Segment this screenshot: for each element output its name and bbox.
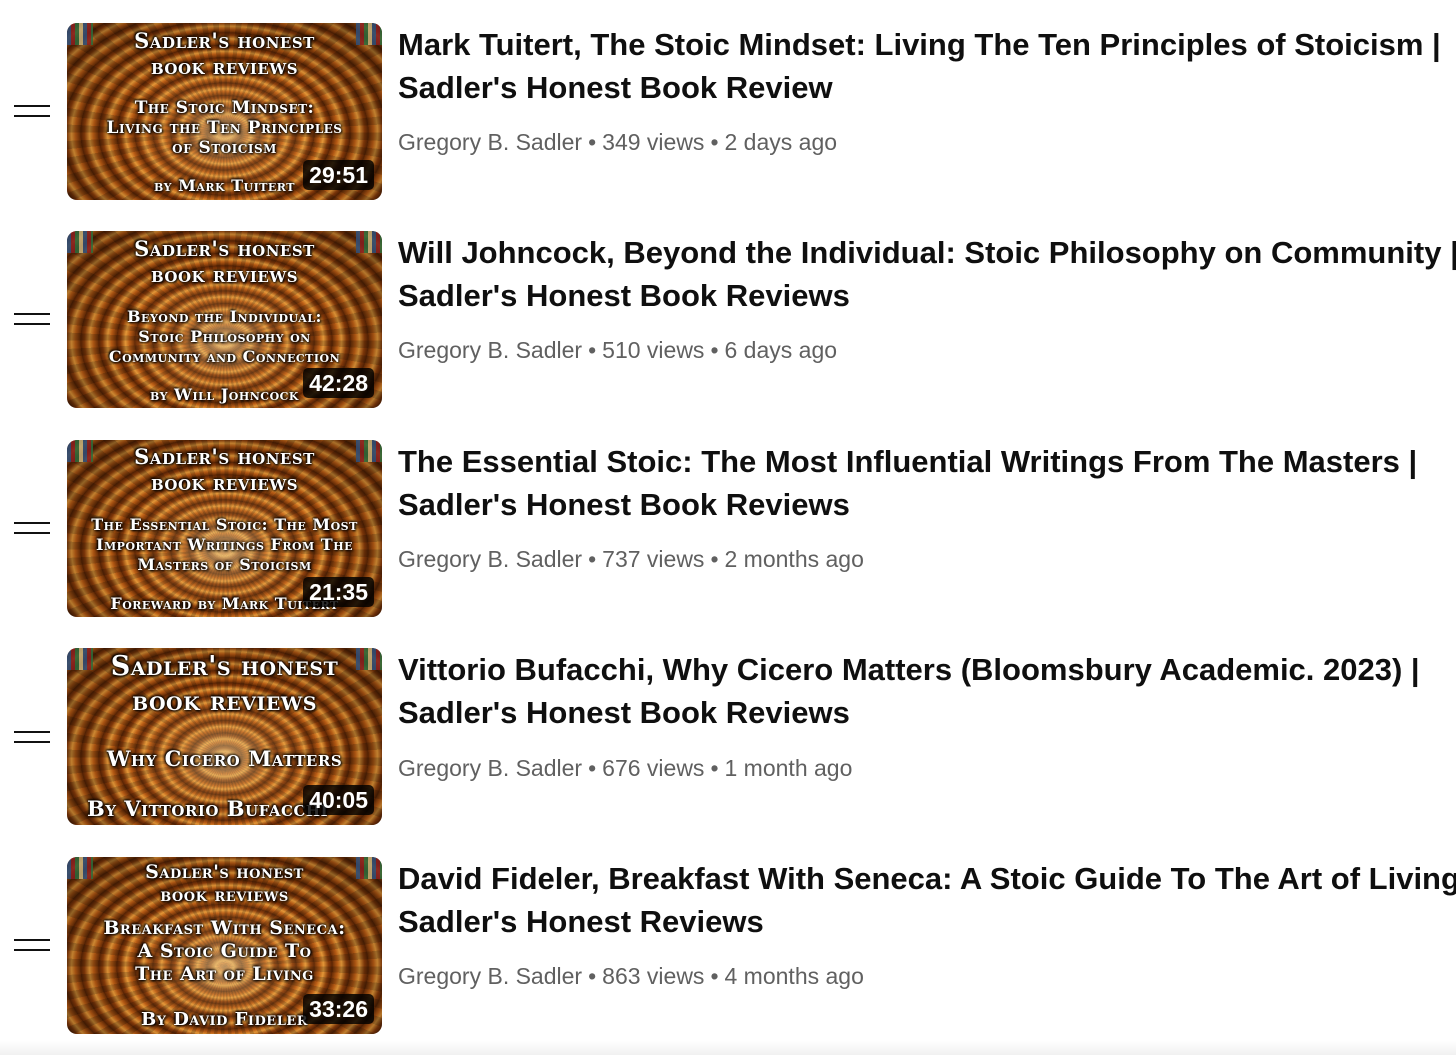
- view-count: 863 views: [602, 963, 705, 989]
- video-thumbnail[interactable]: Sadler's honest book reviews Breakfast W…: [67, 857, 382, 1034]
- video-metadata: Gregory B. Sadler • 349 views • 2 days ago: [398, 129, 837, 156]
- thumbnail-book-title: The Art of Living: [135, 963, 314, 985]
- thumbnail-book-title: Stoic Philosophy on: [138, 327, 311, 346]
- duration-badge: 42:28: [303, 368, 374, 398]
- thumbnail-header: book reviews: [150, 262, 299, 287]
- video-thumbnail[interactable]: Sadler's honest book reviews The Essenti…: [67, 440, 382, 617]
- thumbnail-header: Sadler's honest: [134, 28, 315, 53]
- thumbnail-header: Sadler's honest: [110, 651, 339, 682]
- drag-handle-icon[interactable]: [14, 312, 50, 326]
- duration-badge: 21:35: [303, 577, 374, 607]
- upload-age: 4 months ago: [724, 963, 864, 989]
- thumbnail-header: Sadler's honest: [134, 444, 315, 469]
- separator-dot: •: [710, 546, 719, 572]
- channel-name[interactable]: Gregory B. Sadler: [398, 129, 582, 155]
- separator-dot: •: [710, 963, 719, 989]
- thumbnail-book-title: Important Writings From The: [96, 535, 353, 554]
- drag-handle-icon[interactable]: [14, 730, 50, 744]
- separator-dot: •: [588, 755, 597, 781]
- playlist: Sadler's honest book reviews The Stoic M…: [0, 0, 1456, 1055]
- playlist-item[interactable]: Sadler's honest book reviews Breakfast W…: [0, 857, 1456, 1035]
- video-metadata: Gregory B. Sadler • 676 views • 1 month ago: [398, 755, 852, 782]
- separator-dot: •: [710, 755, 719, 781]
- thumbnail-header: book reviews: [160, 884, 289, 906]
- video-thumbnail[interactable]: Sadler's honest book reviews Beyond the …: [67, 231, 382, 408]
- drag-handle-icon[interactable]: [14, 938, 50, 952]
- separator-dot: •: [588, 129, 597, 155]
- bottom-edge: [0, 1041, 1456, 1055]
- thumbnail-book-title: Beyond the Individual:: [127, 307, 322, 326]
- drag-handle-icon[interactable]: [14, 104, 50, 118]
- thumbnail-book-title: A Stoic Guide To: [137, 940, 312, 962]
- duration-badge: 33:26: [303, 994, 374, 1024]
- separator-dot: •: [710, 337, 719, 363]
- upload-age: 6 days ago: [724, 337, 838, 363]
- thumbnail-book-title: of Stoicism: [172, 138, 277, 158]
- thumbnail-book-title: Breakfast With Seneca:: [103, 917, 346, 939]
- channel-name[interactable]: Gregory B. Sadler: [398, 337, 582, 363]
- thumbnail-header: book reviews: [150, 54, 299, 79]
- separator-dot: •: [710, 129, 719, 155]
- video-thumbnail[interactable]: Sadler's honest book reviews The Stoic M…: [67, 23, 382, 200]
- playlist-item[interactable]: Sadler's honest book reviews Beyond the …: [0, 231, 1456, 409]
- upload-age: 2 days ago: [724, 129, 838, 155]
- upload-age: 2 months ago: [724, 546, 864, 572]
- separator-dot: •: [588, 337, 597, 363]
- thumbnail-book-title: Community and Connection: [108, 347, 341, 366]
- view-count: 737 views: [602, 546, 705, 572]
- thumbnail-book-title: The Stoic Mindset:: [134, 98, 315, 118]
- video-metadata: Gregory B. Sadler • 737 views • 2 months ago: [398, 546, 864, 573]
- view-count: 676 views: [602, 755, 705, 781]
- view-count: 349 views: [602, 129, 705, 155]
- view-count: 510 views: [602, 337, 705, 363]
- channel-name[interactable]: Gregory B. Sadler: [398, 755, 582, 781]
- thumbnail-book-title: Why Cicero Matters: [106, 746, 343, 771]
- separator-dot: •: [588, 963, 597, 989]
- video-title[interactable]: Will Johncock, Beyond the Individual: St…: [398, 231, 1456, 317]
- channel-name[interactable]: Gregory B. Sadler: [398, 546, 582, 572]
- upload-age: 1 month ago: [724, 755, 853, 781]
- playlist-item[interactable]: Sadler's honest book reviews The Stoic M…: [0, 23, 1456, 201]
- video-title[interactable]: The Essential Stoic: The Most Influentia…: [398, 440, 1438, 526]
- video-metadata: Gregory B. Sadler • 510 views • 6 days ago: [398, 337, 837, 364]
- thumbnail-header: Sadler's honest: [145, 861, 304, 883]
- playlist-item[interactable]: Sadler's honest book reviews The Essenti…: [0, 440, 1456, 618]
- video-thumbnail[interactable]: Sadler's honest book reviews Why Cicero …: [67, 648, 382, 825]
- video-title[interactable]: David Fideler, Breakfast With Seneca: A …: [398, 857, 1456, 943]
- thumbnail-header: Sadler's honest: [134, 236, 315, 261]
- duration-badge: 40:05: [303, 785, 374, 815]
- thumbnail-book-title: Living the Ten Principles: [106, 118, 343, 138]
- thumbnail-header: book reviews: [150, 470, 299, 495]
- channel-name[interactable]: Gregory B. Sadler: [398, 963, 582, 989]
- video-metadata: Gregory B. Sadler • 863 views • 4 months ago: [398, 963, 864, 990]
- thumbnail-header: book reviews: [132, 686, 317, 717]
- thumbnail-book-title: The Essential Stoic: The Most: [91, 515, 358, 534]
- drag-handle-icon[interactable]: [14, 521, 50, 535]
- duration-badge: 29:51: [303, 160, 374, 190]
- playlist-item[interactable]: Sadler's honest book reviews Why Cicero …: [0, 648, 1456, 826]
- video-title[interactable]: Vittorio Bufacchi, Why Cicero Matters (B…: [398, 648, 1438, 734]
- separator-dot: •: [588, 546, 597, 572]
- thumbnail-book-title: Masters of Stoicism: [137, 555, 312, 574]
- video-title[interactable]: Mark Tuitert, The Stoic Mindset: Living …: [398, 23, 1441, 109]
